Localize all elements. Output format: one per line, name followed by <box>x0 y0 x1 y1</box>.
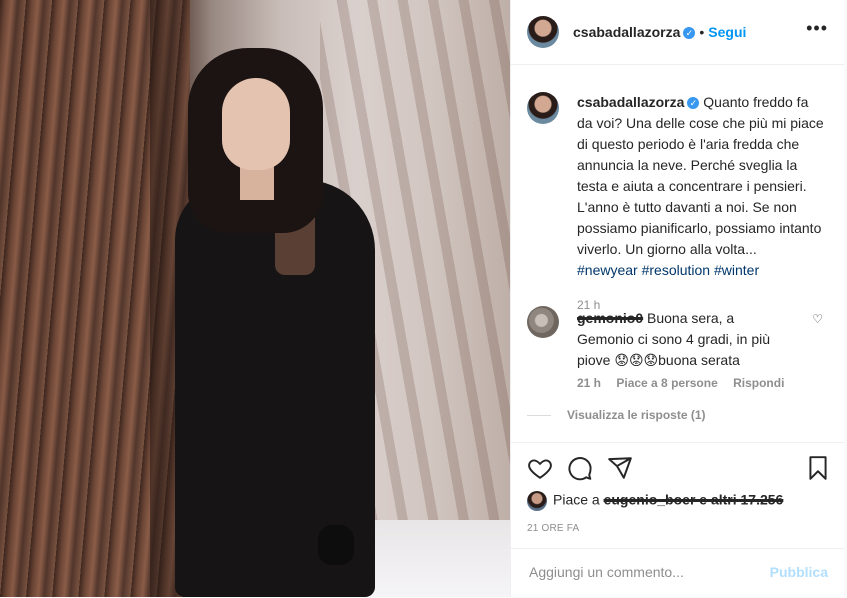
liker-avatar[interactable] <box>527 491 547 511</box>
view-replies-button[interactable]: Visualizza le risposte (1) <box>567 408 706 422</box>
comment-reply-button[interactable]: Rispondi <box>733 376 784 390</box>
hashtag-newyear[interactable]: #newyear <box>577 262 638 278</box>
separator-dot: • <box>699 24 705 40</box>
commenter-avatar[interactable] <box>527 306 559 338</box>
likes-scribbled[interactable]: eugenio_boer e altri 17.256 <box>604 492 784 508</box>
caption-text: csabadallazorza ✓ Quanto freddo fa da voi… <box>577 92 827 316</box>
caption-body: Quanto freddo fa da voi? Una delle cose … <box>577 94 824 257</box>
share-send-icon[interactable] <box>607 455 633 481</box>
actions-bar: Piace a eugenio_boer e altri 17.256 21 O… <box>511 442 844 553</box>
post-header: csabadallazorza ✓ • Segui ••• <box>511 0 844 65</box>
post-timestamp[interactable]: 21 ORE FA <box>527 523 579 534</box>
follow-button[interactable]: Segui <box>708 24 746 40</box>
author-line: csabadallazorza ✓ • Segui <box>573 24 746 42</box>
comment-meta: 21 h Piace a 8 persone Rispondi <box>577 376 796 390</box>
add-comment-bar: Pubblica <box>511 548 844 598</box>
likes-prefix: Piace a <box>553 491 600 508</box>
author-username[interactable]: csabadallazorza <box>573 24 680 40</box>
caption-avatar[interactable] <box>527 92 559 124</box>
verified-badge-icon: ✓ <box>687 97 700 110</box>
verified-badge-icon: ✓ <box>683 26 696 39</box>
comment-text: gemonio0 Buona sera, a Gemonio ci sono 4… <box>577 308 792 371</box>
comment-input[interactable] <box>527 563 751 581</box>
comment-like-heart-icon[interactable]: ♡ <box>812 312 823 326</box>
hashtag-resolution[interactable]: #resolution <box>642 262 711 278</box>
like-heart-icon[interactable] <box>527 455 553 481</box>
comment-likes[interactable]: Piace a 8 persone <box>616 376 717 390</box>
publish-button[interactable]: Pubblica <box>770 564 828 580</box>
commenter-username[interactable]: gemonio0 <box>577 310 643 326</box>
woman-face <box>222 78 290 170</box>
hashtag-winter[interactable]: #winter <box>714 262 759 278</box>
caption-username[interactable]: csabadallazorza <box>577 94 684 110</box>
woman-glove <box>318 525 354 565</box>
comment-time[interactable]: 21 h <box>577 376 601 390</box>
more-options-icon[interactable]: ••• <box>806 18 828 39</box>
author-avatar[interactable] <box>527 16 559 48</box>
comment-bubble-icon[interactable] <box>567 455 593 481</box>
post-photo[interactable] <box>0 0 510 597</box>
save-bookmark-icon[interactable] <box>805 455 831 481</box>
post-panel: csabadallazorza ✓ • Segui ••• csabadallazor… <box>510 0 844 597</box>
likes-line: Piace a eugenio_boer e altri 17.256 <box>527 491 783 511</box>
